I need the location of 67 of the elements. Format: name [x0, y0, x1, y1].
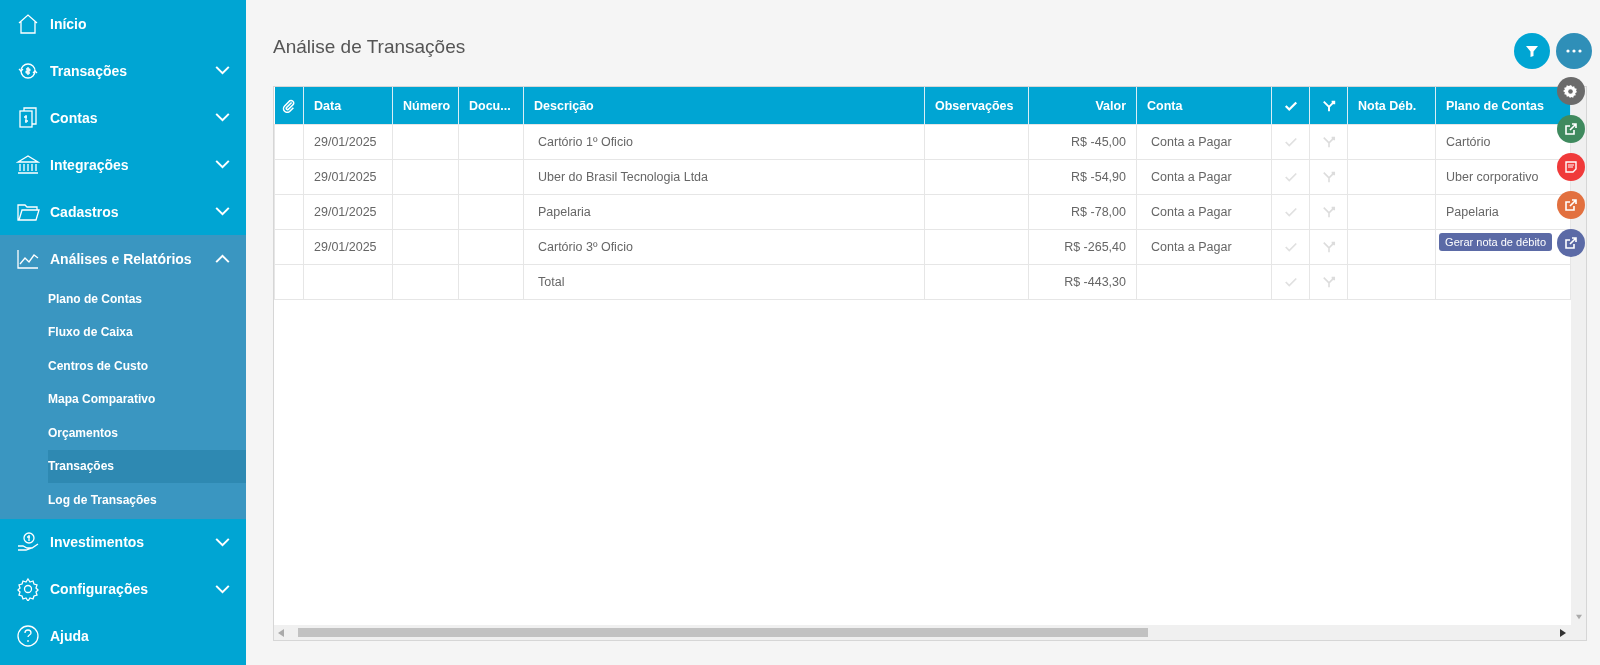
horizontal-scrollbar[interactable]	[274, 625, 1586, 640]
column-header[interactable]: Valor	[1028, 87, 1137, 125]
scroll-right-icon[interactable]	[1560, 628, 1566, 637]
chevron-down-icon[interactable]	[215, 537, 230, 547]
column-header[interactable]: Plano de Contas	[1435, 87, 1571, 125]
chevron-up-icon[interactable]	[215, 254, 230, 263]
chevron-down-icon[interactable]	[215, 584, 230, 594]
table-cell: Papelaria	[523, 194, 925, 230]
table-cell: Conta a Pagar	[1136, 229, 1272, 265]
help-icon	[16, 624, 40, 648]
sidebar-item[interactable]: Transações	[0, 47, 246, 94]
sidebar-item[interactable]: Contas	[0, 94, 246, 141]
table-cell: 29/01/2025	[303, 159, 393, 195]
more-button[interactable]	[1556, 33, 1592, 69]
submenu-item[interactable]: Mapa Comparativo	[48, 382, 246, 416]
filter-icon	[1525, 44, 1539, 58]
column-header[interactable]: Nota Déb.	[1347, 87, 1436, 125]
scroll-down-icon[interactable]	[1575, 613, 1582, 621]
table-cell: Conta a Pagar	[1136, 159, 1272, 195]
sidebar-item[interactable]: Análises e Relatórios	[0, 235, 246, 282]
chevron-down-icon[interactable]	[215, 207, 230, 216]
table-cell: R$ -443,30	[1028, 264, 1137, 300]
table-cell: R$ -54,90	[1028, 159, 1137, 195]
settings-icon	[16, 577, 40, 601]
sidebar-item[interactable]: Início	[0, 0, 246, 47]
column-header[interactable]: Número	[392, 87, 459, 125]
table-cell: Cartório 3º Oficio	[523, 229, 925, 265]
paperclip-icon	[281, 98, 296, 113]
sidebar-item[interactable]: Configurações	[0, 565, 246, 613]
table-cell: Conta a Pagar	[1136, 194, 1272, 230]
table-cell: Total	[523, 264, 925, 300]
chevron-down-icon[interactable]	[215, 160, 230, 169]
hand-icon	[16, 530, 40, 554]
sidebar-item[interactable]: Investimentos	[0, 518, 246, 566]
column-header[interactable]: Descrição	[523, 87, 925, 125]
column-header[interactable]: Conta	[1136, 87, 1272, 125]
sidebar-item[interactable]: Integrações	[0, 141, 246, 188]
page-title: Análise de Transações	[273, 36, 466, 58]
sidebar-item[interactable]: Ajuda	[0, 612, 246, 660]
column-header[interactable]: Data	[303, 87, 393, 125]
submenu-item[interactable]: Fluxo de Caixa	[48, 315, 246, 349]
column-header[interactable]: Observações	[924, 87, 1029, 125]
submenu-item[interactable]: Transações	[48, 449, 246, 483]
table-cell: 29/01/2025	[303, 229, 393, 265]
table-cell: Uber do Brasil Tecnologia Ltda	[523, 159, 925, 195]
chevron-down-icon[interactable]	[215, 113, 230, 122]
table-cell: R$ -78,00	[1028, 194, 1137, 230]
table-cell: 29/01/2025	[303, 194, 393, 230]
tooltip: Gerar nota de débito	[1439, 233, 1552, 251]
more-icon	[1566, 49, 1582, 53]
table-cell: R$ -265,40	[1028, 229, 1137, 265]
table-cell: 29/01/2025	[303, 124, 393, 160]
submenu-item[interactable]: Centros de Custo	[48, 349, 246, 383]
scroll-left-icon[interactable]	[278, 628, 284, 637]
merge-icon	[1321, 98, 1336, 113]
sidebar-item[interactable]: Cadastros	[0, 188, 246, 235]
table-cell: R$ -45,00	[1028, 124, 1137, 160]
submenu-item[interactable]: Log de Transações	[48, 483, 246, 517]
settings-button[interactable]	[1557, 77, 1585, 105]
submenu-item[interactable]: Plano de Contas	[48, 282, 246, 316]
table-cell: Cartório 1º Oficio	[523, 124, 925, 160]
chevron-down-icon[interactable]	[215, 66, 230, 75]
table-cell: Conta a Pagar	[1136, 124, 1272, 160]
column-header[interactable]: Docu...	[458, 87, 524, 125]
docs-icon	[16, 105, 40, 130]
filter-button[interactable]	[1514, 33, 1550, 69]
submenu-item[interactable]: Orçamentos	[48, 416, 246, 450]
